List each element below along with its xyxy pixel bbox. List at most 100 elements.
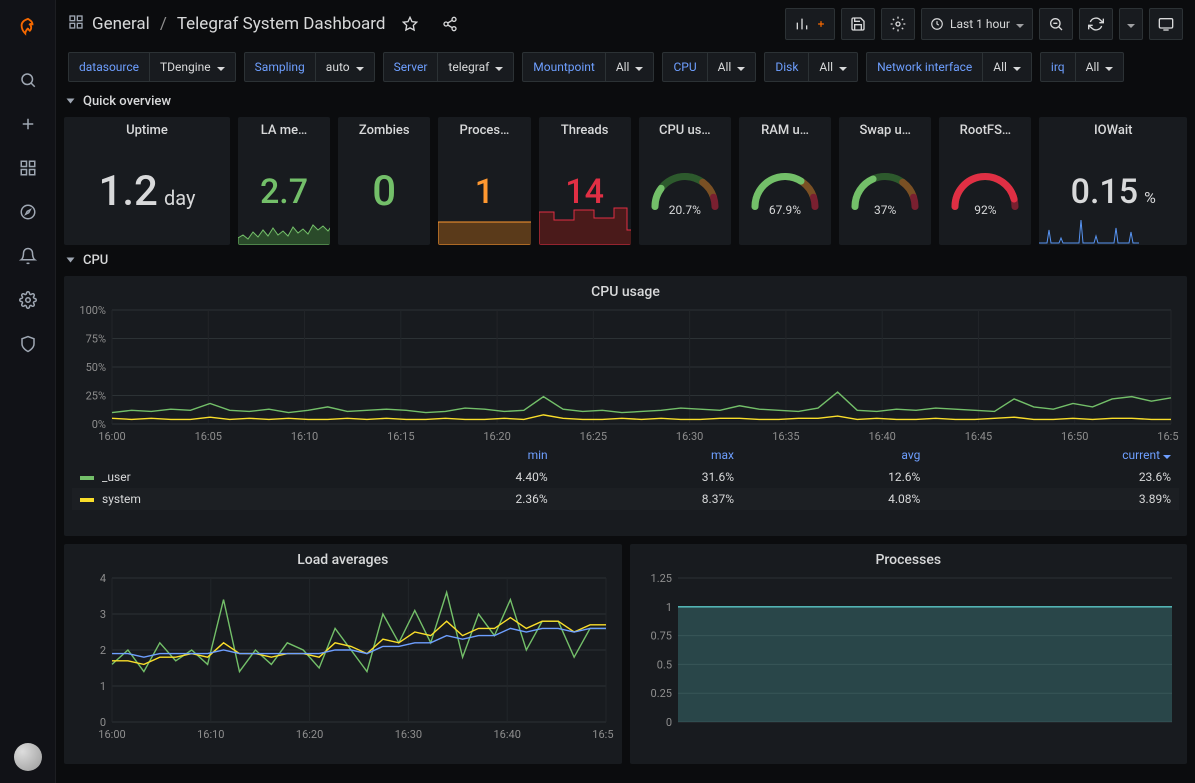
variable-value[interactable]: All <box>809 53 857 81</box>
legend-table: minmaxavgcurrent _user4.40%31.6%12.6%23.… <box>72 444 1179 510</box>
chevron-down-icon <box>217 60 225 74</box>
stat-unit: day <box>164 186 195 210</box>
panel-title: Swap u… <box>839 117 931 138</box>
chevron-down-icon <box>356 60 364 74</box>
variable-sampling: Samplingauto <box>244 52 375 82</box>
explore-icon[interactable] <box>8 192 48 232</box>
settings-button[interactable] <box>881 8 915 40</box>
refresh-button[interactable] <box>1079 8 1113 40</box>
processes-chart[interactable]: 00.250.50.7511.25 <box>638 572 1180 742</box>
panel-rootfs-gauge[interactable]: RootFS… 92% <box>939 117 1031 245</box>
panel-uptime[interactable]: Uptime 1.2 day <box>64 117 230 245</box>
svg-text:75%: 75% <box>86 333 106 346</box>
search-icon[interactable] <box>8 60 48 100</box>
tv-mode-button[interactable] <box>1149 8 1183 40</box>
dashboards-icon[interactable] <box>8 148 48 188</box>
plus-icon[interactable] <box>8 104 48 144</box>
svg-text:1.25: 1.25 <box>650 572 671 585</box>
star-button[interactable] <box>394 8 426 40</box>
sparkline <box>539 200 631 245</box>
legend-col-min[interactable]: min <box>369 444 555 466</box>
variable-value[interactable]: All <box>708 53 756 81</box>
time-picker[interactable]: Last 1 hour <box>921 8 1033 40</box>
load-averages-chart[interactable]: 0123416:0016:1016:2016:3016:4016:50 <box>72 572 614 742</box>
variable-mountpoint: MountpointAll <box>522 52 654 82</box>
gauge-value: 92% <box>945 203 1025 217</box>
variable-cpu: CPUAll <box>662 52 756 82</box>
panel-load-averages[interactable]: Load averages 0123416:0016:1016:2016:301… <box>64 544 622 764</box>
user-avatar[interactable] <box>14 743 42 771</box>
svg-text:25%: 25% <box>86 390 106 403</box>
panel-cpu-usage[interactable]: CPU usage 0%25%50%75%100%16:0016:0516:10… <box>64 276 1187 536</box>
variable-label: Sampling <box>245 53 316 81</box>
zoom-out-button[interactable] <box>1039 8 1073 40</box>
panel-processes-stat[interactable]: Proces… 1 <box>438 117 530 245</box>
panel-threads[interactable]: Threads 14 <box>539 117 631 245</box>
panel-title: RAM u… <box>739 117 831 138</box>
panel-swap-gauge[interactable]: Swap u… 37% <box>839 117 931 245</box>
panel-ram-gauge[interactable]: RAM u… 67.9% <box>739 117 831 245</box>
add-panel-button[interactable] <box>785 8 835 40</box>
breadcrumb-folder[interactable]: General <box>92 14 150 34</box>
panel-cpu-gauge[interactable]: CPU us… 20.7% <box>639 117 731 245</box>
panel-title: Proces… <box>438 117 530 138</box>
sparkline <box>238 210 330 245</box>
alerting-icon[interactable] <box>8 236 48 276</box>
panel-iowait[interactable]: IOWait 0.15 % <box>1039 117 1187 245</box>
svg-text:16:20: 16:20 <box>296 728 323 741</box>
panel-processes[interactable]: Processes 00.250.50.7511.25 <box>630 544 1188 764</box>
section-cpu[interactable]: CPU <box>56 249 1195 272</box>
dashboards-nav-icon[interactable] <box>68 14 84 34</box>
admin-icon[interactable] <box>8 324 48 364</box>
chevron-down-icon <box>1127 17 1135 31</box>
section-title: CPU <box>83 253 108 268</box>
panel-zombies[interactable]: Zombies 0 <box>338 117 430 245</box>
page-title[interactable]: Telegraf System Dashboard <box>177 14 386 34</box>
variable-value[interactable]: TDengine <box>150 53 235 81</box>
section-quick-overview[interactable]: Quick overview <box>56 90 1195 113</box>
legend-col-current[interactable]: current <box>928 444 1179 466</box>
svg-text:0: 0 <box>665 716 671 729</box>
variable-label: Mountpoint <box>523 53 606 81</box>
legend-col-avg[interactable]: avg <box>742 444 928 466</box>
variable-label: datasource <box>69 53 150 81</box>
svg-text:2: 2 <box>100 644 106 657</box>
refresh-interval-picker[interactable] <box>1119 8 1143 40</box>
svg-text:0.25: 0.25 <box>650 687 671 700</box>
svg-text:16:10: 16:10 <box>291 430 318 443</box>
save-button[interactable] <box>841 8 875 40</box>
variable-value[interactable]: telegraf <box>438 53 513 81</box>
configuration-icon[interactable] <box>8 280 48 320</box>
chevron-down-icon <box>495 60 503 74</box>
variable-label: Disk <box>765 53 809 81</box>
panel-title: CPU us… <box>639 117 731 138</box>
sparkline <box>438 210 530 245</box>
chevron-down-icon <box>737 60 745 74</box>
svg-text:16:45: 16:45 <box>965 430 992 443</box>
variable-value[interactable]: All <box>606 53 654 81</box>
svg-text:0.5: 0.5 <box>656 658 671 671</box>
legend-col-max[interactable]: max <box>556 444 742 466</box>
variable-label: irq <box>1041 53 1076 81</box>
legend-row[interactable]: system2.36%8.37%4.08%3.89% <box>72 488 1179 510</box>
variable-value[interactable]: All <box>983 53 1031 81</box>
stat-value: 0.15 <box>1071 172 1138 212</box>
chevron-down-icon <box>1013 60 1021 74</box>
stat-value: 2.7 <box>260 172 308 212</box>
variable-value[interactable]: auto <box>316 53 374 81</box>
panel-title: Load averages <box>64 544 622 572</box>
gauge-value: 67.9% <box>745 203 825 217</box>
svg-text:16:25: 16:25 <box>580 430 607 443</box>
legend-row[interactable]: _user4.40%31.6%12.6%23.6% <box>72 466 1179 488</box>
share-button[interactable] <box>434 8 466 40</box>
chevron-down-icon <box>635 60 643 74</box>
legend-cell: 2.36% <box>369 488 555 510</box>
panel-la[interactable]: LA me… 2.7 <box>238 117 330 245</box>
variable-irq: irqAll <box>1040 52 1124 82</box>
cpu-usage-chart[interactable]: 0%25%50%75%100%16:0016:0516:1016:1516:20… <box>72 304 1179 444</box>
chevron-down-icon <box>1163 448 1171 462</box>
stat-value: 1 <box>475 172 494 212</box>
variable-value[interactable]: All <box>1076 53 1124 81</box>
grafana-logo-icon[interactable] <box>8 8 48 48</box>
svg-text:4: 4 <box>100 572 106 585</box>
